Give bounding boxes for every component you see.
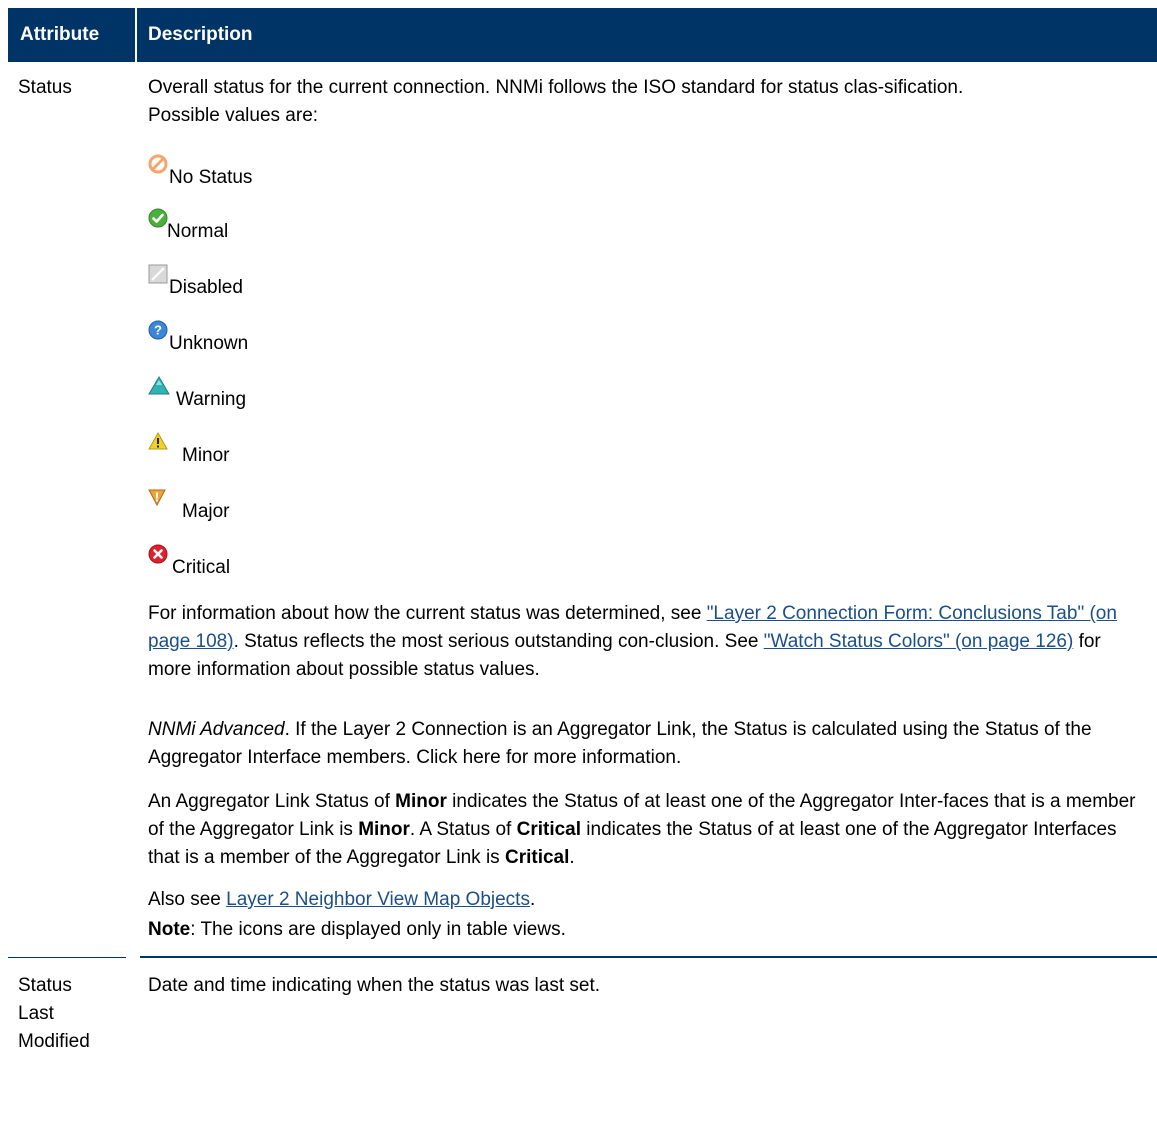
row-status-last-modified-description: Date and time indicating when the status… [148,975,601,996]
para4-pre: Also see [148,889,227,910]
warning-icon [148,376,170,395]
header-description: Description [148,24,253,45]
attribute-table: Attribute Description Status Overall sta… [0,0,1157,1147]
header-separator [135,8,137,62]
note-paragraph: Note: The icons are displayed only in ta… [148,916,1148,944]
svg-text:?: ? [154,323,162,338]
para3-bold: Critical [504,847,570,868]
nnmi-advanced-label: NNMi Advanced [148,719,285,740]
attr-line: Modified [18,1031,90,1052]
status-label: Warning [176,389,247,410]
minor-icon [148,432,168,450]
also-see-paragraph: Also see Layer 2 Neighbor View Map Objec… [148,886,1148,914]
status-label: Minor [182,445,230,466]
status-label: Disabled [169,277,243,298]
link-neighbor-view-map-objects[interactable]: Layer 2 Neighbor View Map Objects [226,889,530,910]
para1-mid: . Status reflects the most serious outst… [233,631,764,652]
row-status-attribute: Status [18,77,72,98]
critical-icon [148,544,168,564]
note-label: Note [148,919,191,940]
status-label: Major [182,501,230,522]
header-attribute: Attribute [20,24,100,45]
para4-post: . [529,889,536,910]
attr-line: Last [18,1003,54,1024]
para3-bold: Minor [395,791,447,812]
row-divider-description [140,956,1157,958]
status-label: Unknown [169,333,249,354]
row-status-last-modified-attribute: Status Last Modified [18,972,90,1056]
note-text: : The icons are displayed only in table … [190,919,566,940]
para3-bold: Minor [358,819,410,840]
status-intro-text: Overall status for the current connectio… [148,77,964,126]
para3-text: . A Status of [409,819,517,840]
table-header: Attribute Description [8,8,1157,62]
major-icon [148,489,166,507]
nnmi-advanced-paragraph: NNMi Advanced. If the Layer 2 Connection… [148,716,1148,772]
para2-text: . If the Layer 2 Connection is an Aggreg… [148,719,1092,768]
para1-pre: For information about how the current st… [148,603,707,624]
row-status-intro: Overall status for the current connectio… [148,74,1148,130]
status-info-paragraph: For information about how the current st… [148,600,1148,684]
para3-text: An Aggregator Link Status of [148,791,396,812]
attr-line: Status [18,975,72,996]
aggregator-paragraph: An Aggregator Link Status of Minor indic… [148,788,1148,872]
row-divider-attribute [8,957,126,958]
status-label: Critical [172,557,231,578]
status-label: No Status [169,167,253,188]
status-label: Normal [167,221,229,242]
para3-bold: Critical [516,819,582,840]
link-watch-status-colors[interactable]: "Watch Status Colors" (on page 126) [764,631,1074,652]
para3-text: . [569,847,575,868]
